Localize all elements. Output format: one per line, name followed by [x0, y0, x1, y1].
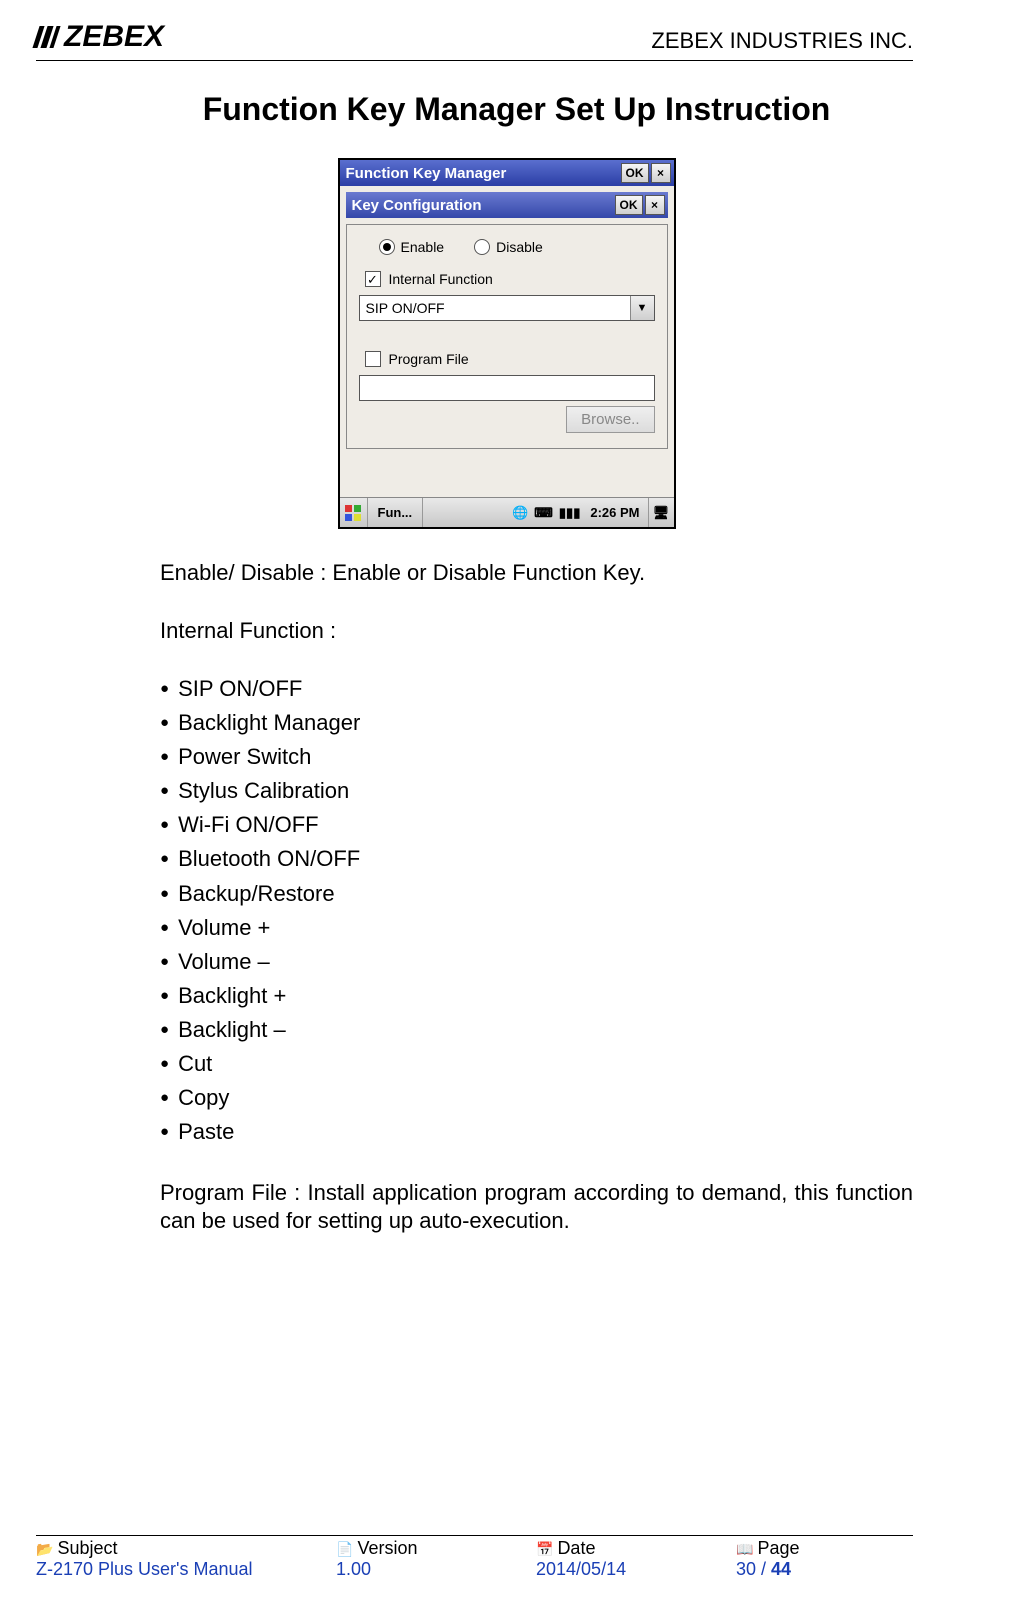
radio-icon [379, 239, 395, 255]
paragraph-program-file: Program File : Install application progr… [160, 1179, 913, 1234]
list-item: Power Switch [160, 740, 913, 774]
checkbox-program-file[interactable] [365, 351, 381, 367]
windows-logo-icon [344, 504, 362, 522]
calendar-icon: 📅 [536, 1541, 553, 1557]
list-item: Paste [160, 1115, 913, 1149]
footer-rule [36, 1535, 913, 1536]
window-title-main: Function Key Manager [346, 165, 507, 182]
device-screenshot: Function Key Manager OK × Key Configurat… [338, 158, 676, 529]
system-tray: 🌐 ⌨ ▮▮▮ 2:26 PM [508, 505, 648, 521]
footer-value-subject: Z-2170 Plus User's Manual [36, 1559, 336, 1580]
brand-logo: ZEBEX [36, 20, 164, 54]
window-titlebar-sub: Key Configuration OK × [346, 192, 668, 218]
footer-value-page: 30 / 44 [736, 1559, 913, 1580]
select-value: SIP ON/OFF [360, 300, 630, 316]
internal-function-select[interactable]: SIP ON/OFF ▼ [359, 295, 655, 321]
logo-bars-icon [32, 26, 63, 48]
list-item: Volume + [160, 911, 913, 945]
logo-text: ZEBEX [64, 20, 164, 54]
desktop-icon: 🖥 [653, 505, 670, 521]
footer-value-date: 2014/05/14 [536, 1559, 736, 1580]
checkbox-program-file-label: Program File [389, 351, 469, 367]
footer-label-version: 📄Version [336, 1538, 536, 1559]
program-file-path-input[interactable] [359, 375, 655, 401]
ok-button-main[interactable]: OK [621, 163, 649, 183]
close-button-sub[interactable]: × [645, 195, 665, 215]
radio-disable[interactable]: Disable [474, 239, 543, 255]
radio-icon [474, 239, 490, 255]
list-item: Cut [160, 1047, 913, 1081]
paragraph-internal-function: Internal Function : [160, 617, 913, 645]
radio-disable-label: Disable [496, 239, 543, 255]
footer-label-date: 📅Date [536, 1538, 736, 1559]
footer-label-page: 📖Page [736, 1538, 913, 1559]
chevron-down-icon: ▼ [630, 296, 654, 320]
internal-function-list: SIP ON/OFFBacklight ManagerPower SwitchS… [160, 672, 913, 1149]
close-button-main[interactable]: × [651, 163, 671, 183]
window-title-sub: Key Configuration [352, 197, 482, 214]
list-item: Backlight + [160, 979, 913, 1013]
list-item: Stylus Calibration [160, 774, 913, 808]
network-icon[interactable]: 🌐 [512, 505, 528, 521]
list-item: Copy [160, 1081, 913, 1115]
key-config-panel: Enable Disable Internal Function SIP ON/… [346, 224, 668, 449]
radio-enable[interactable]: Enable [379, 239, 445, 255]
company-name: ZEBEX INDUSTRIES INC. [651, 28, 913, 54]
list-item: Wi-Fi ON/OFF [160, 808, 913, 842]
list-item: Backlight Manager [160, 706, 913, 740]
taskbar: Fun... 🌐 ⌨ ▮▮▮ 2:26 PM 🖥 [340, 497, 674, 527]
start-button[interactable] [340, 498, 368, 527]
list-item: Volume – [160, 945, 913, 979]
taskbar-clock[interactable]: 2:26 PM [586, 505, 643, 520]
radio-enable-label: Enable [401, 239, 445, 255]
list-item: SIP ON/OFF [160, 672, 913, 706]
battery-icon[interactable]: ▮▮▮ [559, 505, 580, 521]
list-item: Backlight – [160, 1013, 913, 1047]
document-icon: 📄 [336, 1541, 353, 1557]
ok-button-sub[interactable]: OK [615, 195, 643, 215]
keyboard-icon[interactable]: ⌨ [534, 505, 553, 521]
footer-value-version: 1.00 [336, 1559, 536, 1580]
list-item: Backup/Restore [160, 877, 913, 911]
book-icon: 📖 [736, 1541, 753, 1557]
page-footer: 📂Subject 📄Version 📅Date 📖Page Z-2170 Plu… [36, 1535, 913, 1580]
paragraph-enable-disable: Enable/ Disable : Enable or Disable Func… [160, 559, 913, 587]
list-item: Bluetooth ON/OFF [160, 842, 913, 876]
footer-label-subject: 📂Subject [36, 1538, 336, 1559]
taskbar-task[interactable]: Fun... [368, 498, 424, 527]
window-titlebar-main: Function Key Manager OK × [340, 160, 674, 186]
folder-icon: 📂 [36, 1541, 53, 1557]
page-title: Function Key Manager Set Up Instruction [120, 91, 913, 128]
show-desktop-button[interactable]: 🖥 [648, 498, 674, 527]
browse-button[interactable]: Browse.. [566, 406, 654, 433]
checkbox-internal-function[interactable] [365, 271, 381, 287]
checkbox-internal-function-label: Internal Function [389, 271, 493, 287]
